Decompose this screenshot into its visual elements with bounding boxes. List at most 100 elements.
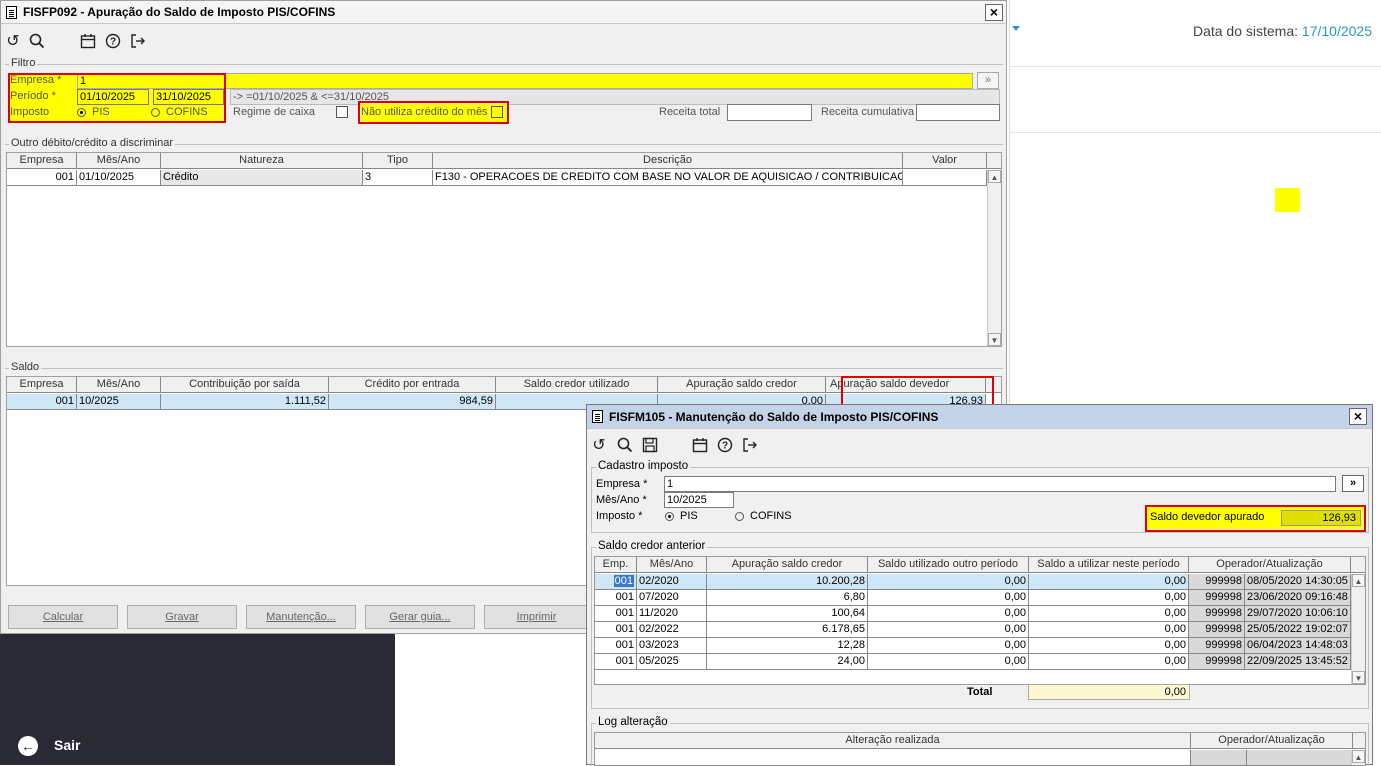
cell-a-utilizar: 0,00: [1029, 622, 1189, 637]
window-fisfm105: FISFM105 - Manutenção do Saldo de Impost…: [586, 404, 1373, 766]
cell-mes: 11/2020: [637, 606, 707, 621]
calendar-icon[interactable]: [79, 33, 97, 51]
cell-mes: 02/2020: [637, 574, 707, 589]
table-row[interactable]: 001 07/2020 6,80 0,00 0,00 999998 23/06/…: [595, 590, 1351, 606]
system-date-label: Data do sistema:: [1192, 23, 1299, 39]
column-header[interactable]: Valor: [903, 153, 987, 168]
window-title: FISFP092 - Apuração do Saldo de Imposto …: [23, 5, 336, 19]
search-icon[interactable]: [28, 33, 46, 51]
column-header[interactable]: Apuração saldo credor: [658, 377, 826, 392]
outro-grid: Empresa Mês/Ano Natureza Tipo Descrição …: [6, 152, 1002, 347]
column-header[interactable]: Crédito por entrada: [329, 377, 496, 392]
cell-atualizacao: 06/04/2023 14:48:03: [1245, 638, 1351, 653]
cell-emp: 001: [595, 654, 637, 669]
gerar-guia-button[interactable]: Gerar guia...: [365, 605, 475, 629]
pis-label: PIS: [680, 510, 698, 522]
table-row[interactable]: 001 11/2020 100,64 0,00 0,00 999998 29/0…: [595, 606, 1351, 622]
close-button[interactable]: ×: [985, 4, 1003, 21]
scroll-up-icon[interactable]: ▲: [1352, 574, 1365, 587]
outro-grid-header: Empresa Mês/Ano Natureza Tipo Descrição …: [7, 153, 1001, 169]
table-row[interactable]: 001 02/2022 6.178,65 0,00 0,00 999998 25…: [595, 622, 1351, 638]
imprimir-button[interactable]: Imprimir: [484, 605, 589, 629]
cell-emp: 001: [595, 638, 637, 653]
exit-icon[interactable]: [129, 33, 147, 51]
scrollbar[interactable]: ▲ ▼: [987, 170, 1001, 346]
receita-cumulativa-input[interactable]: [916, 104, 1000, 121]
empresa-lookup-button[interactable]: »: [977, 72, 999, 89]
svg-text:?: ?: [110, 37, 116, 48]
exit-icon[interactable]: [741, 437, 759, 455]
column-header[interactable]: Saldo a utilizar neste período: [1029, 557, 1189, 572]
table-row[interactable]: 001 05/2025 24,00 0,00 0,00 999998 22/09…: [595, 654, 1351, 670]
column-header[interactable]: Operador/Atualização: [1189, 557, 1351, 572]
total-value: 0,00: [1028, 684, 1190, 700]
column-header[interactable]: Natureza: [161, 153, 363, 168]
imposto-label: Imposto *: [596, 510, 643, 522]
search-icon[interactable]: [616, 437, 634, 455]
column-header[interactable]: Mês/Ano: [77, 377, 161, 392]
save-icon[interactable]: [641, 437, 659, 455]
scrollbar[interactable]: ▲: [1351, 750, 1365, 765]
cadastro-group-label: Cadastro imposto: [596, 460, 691, 472]
column-header[interactable]: Contribuição por saída: [161, 377, 329, 392]
regime-caixa-checkbox[interactable]: [336, 106, 348, 118]
cell-tipo: 3: [363, 170, 433, 185]
column-header[interactable]: Saldo credor utilizado: [496, 377, 658, 392]
table-row[interactable]: 001 01/10/2025 Crédito 3 F130 - OPERACOE…: [7, 170, 987, 186]
divider: [1009, 66, 1381, 67]
close-button[interactable]: ×: [1349, 408, 1367, 425]
scroll-down-icon[interactable]: ▼: [1352, 671, 1365, 684]
refresh-icon[interactable]: ↺: [4, 33, 22, 51]
cell-utilizado: 0,00: [868, 574, 1029, 589]
manutencao-button[interactable]: Manutenção...: [246, 605, 356, 629]
outro-group-label: Outro débito/crédito a discriminar: [9, 137, 176, 149]
log-grid-header: Alteração realizada Operador/Atualização: [595, 733, 1365, 749]
pis-radio[interactable]: PIS: [665, 509, 698, 523]
column-header[interactable]: Empresa: [7, 377, 77, 392]
column-header[interactable]: Mês/Ano: [77, 153, 161, 168]
column-header[interactable]: Apuração saldo credor: [707, 557, 868, 572]
column-header[interactable]: Mês/Ano: [637, 557, 707, 572]
scrollbar[interactable]: ▲ ▼: [1351, 574, 1365, 684]
calendar-icon[interactable]: [691, 437, 709, 455]
window-title: FISFM105 - Manutenção do Saldo de Impost…: [609, 410, 939, 424]
scroll-down-icon[interactable]: ▼: [988, 333, 1001, 346]
column-header[interactable]: Emp.: [595, 557, 637, 572]
scroll-up-icon[interactable]: ▲: [1352, 750, 1365, 763]
document-icon: [6, 6, 17, 19]
calcular-button[interactable]: Calcular: [8, 605, 118, 629]
cell-natureza: Crédito: [161, 170, 363, 185]
column-header[interactable]: Operador/Atualização: [1191, 733, 1353, 748]
cell-valor: [903, 170, 987, 185]
refresh-icon[interactable]: ↺: [590, 437, 608, 455]
saldo-devedor-box: [1145, 505, 1366, 532]
nao-utiliza-box: [358, 101, 509, 124]
column-header[interactable]: Tipo: [363, 153, 433, 168]
mes-ano-label: Mês/Ano *: [596, 494, 647, 506]
table-row[interactable]: 001 02/2020 10.200,28 0,00 0,00 999998 0…: [595, 574, 1351, 590]
yellow-marker: [1275, 188, 1300, 212]
exit-button[interactable]: ← Sair: [18, 735, 80, 757]
column-header[interactable]: Empresa: [7, 153, 77, 168]
help-icon[interactable]: ?: [104, 33, 122, 51]
empresa-lookup-button[interactable]: »: [1342, 475, 1364, 492]
empresa-input[interactable]: 1: [664, 476, 1336, 492]
column-header[interactable]: Descrição: [433, 153, 903, 168]
column-header[interactable]: Saldo utilizado outro período: [868, 557, 1029, 572]
table-row[interactable]: 001 03/2023 12,28 0,00 0,00 999998 06/04…: [595, 638, 1351, 654]
cell-utilizado: 0,00: [868, 606, 1029, 621]
exit-label: Sair: [54, 737, 81, 753]
mes-ano-input[interactable]: 10/2025: [664, 492, 734, 508]
receita-total-input[interactable]: [727, 104, 812, 121]
column-header[interactable]: Alteração realizada: [595, 733, 1191, 748]
cofins-radio[interactable]: COFINS: [735, 509, 792, 523]
toolbar: ↺ ?: [1, 25, 1006, 59]
cell-emp: 001: [595, 574, 637, 589]
help-icon[interactable]: ?: [716, 437, 734, 455]
dropdown-arrow-icon[interactable]: [1012, 26, 1020, 31]
cell-mes: 10/2025: [77, 394, 161, 409]
receita-cumulativa-label: Receita cumulativa: [821, 106, 914, 118]
scroll-up-icon[interactable]: ▲: [988, 170, 1001, 183]
table-row[interactable]: [595, 750, 1353, 766]
gravar-button[interactable]: Gravar: [127, 605, 237, 629]
